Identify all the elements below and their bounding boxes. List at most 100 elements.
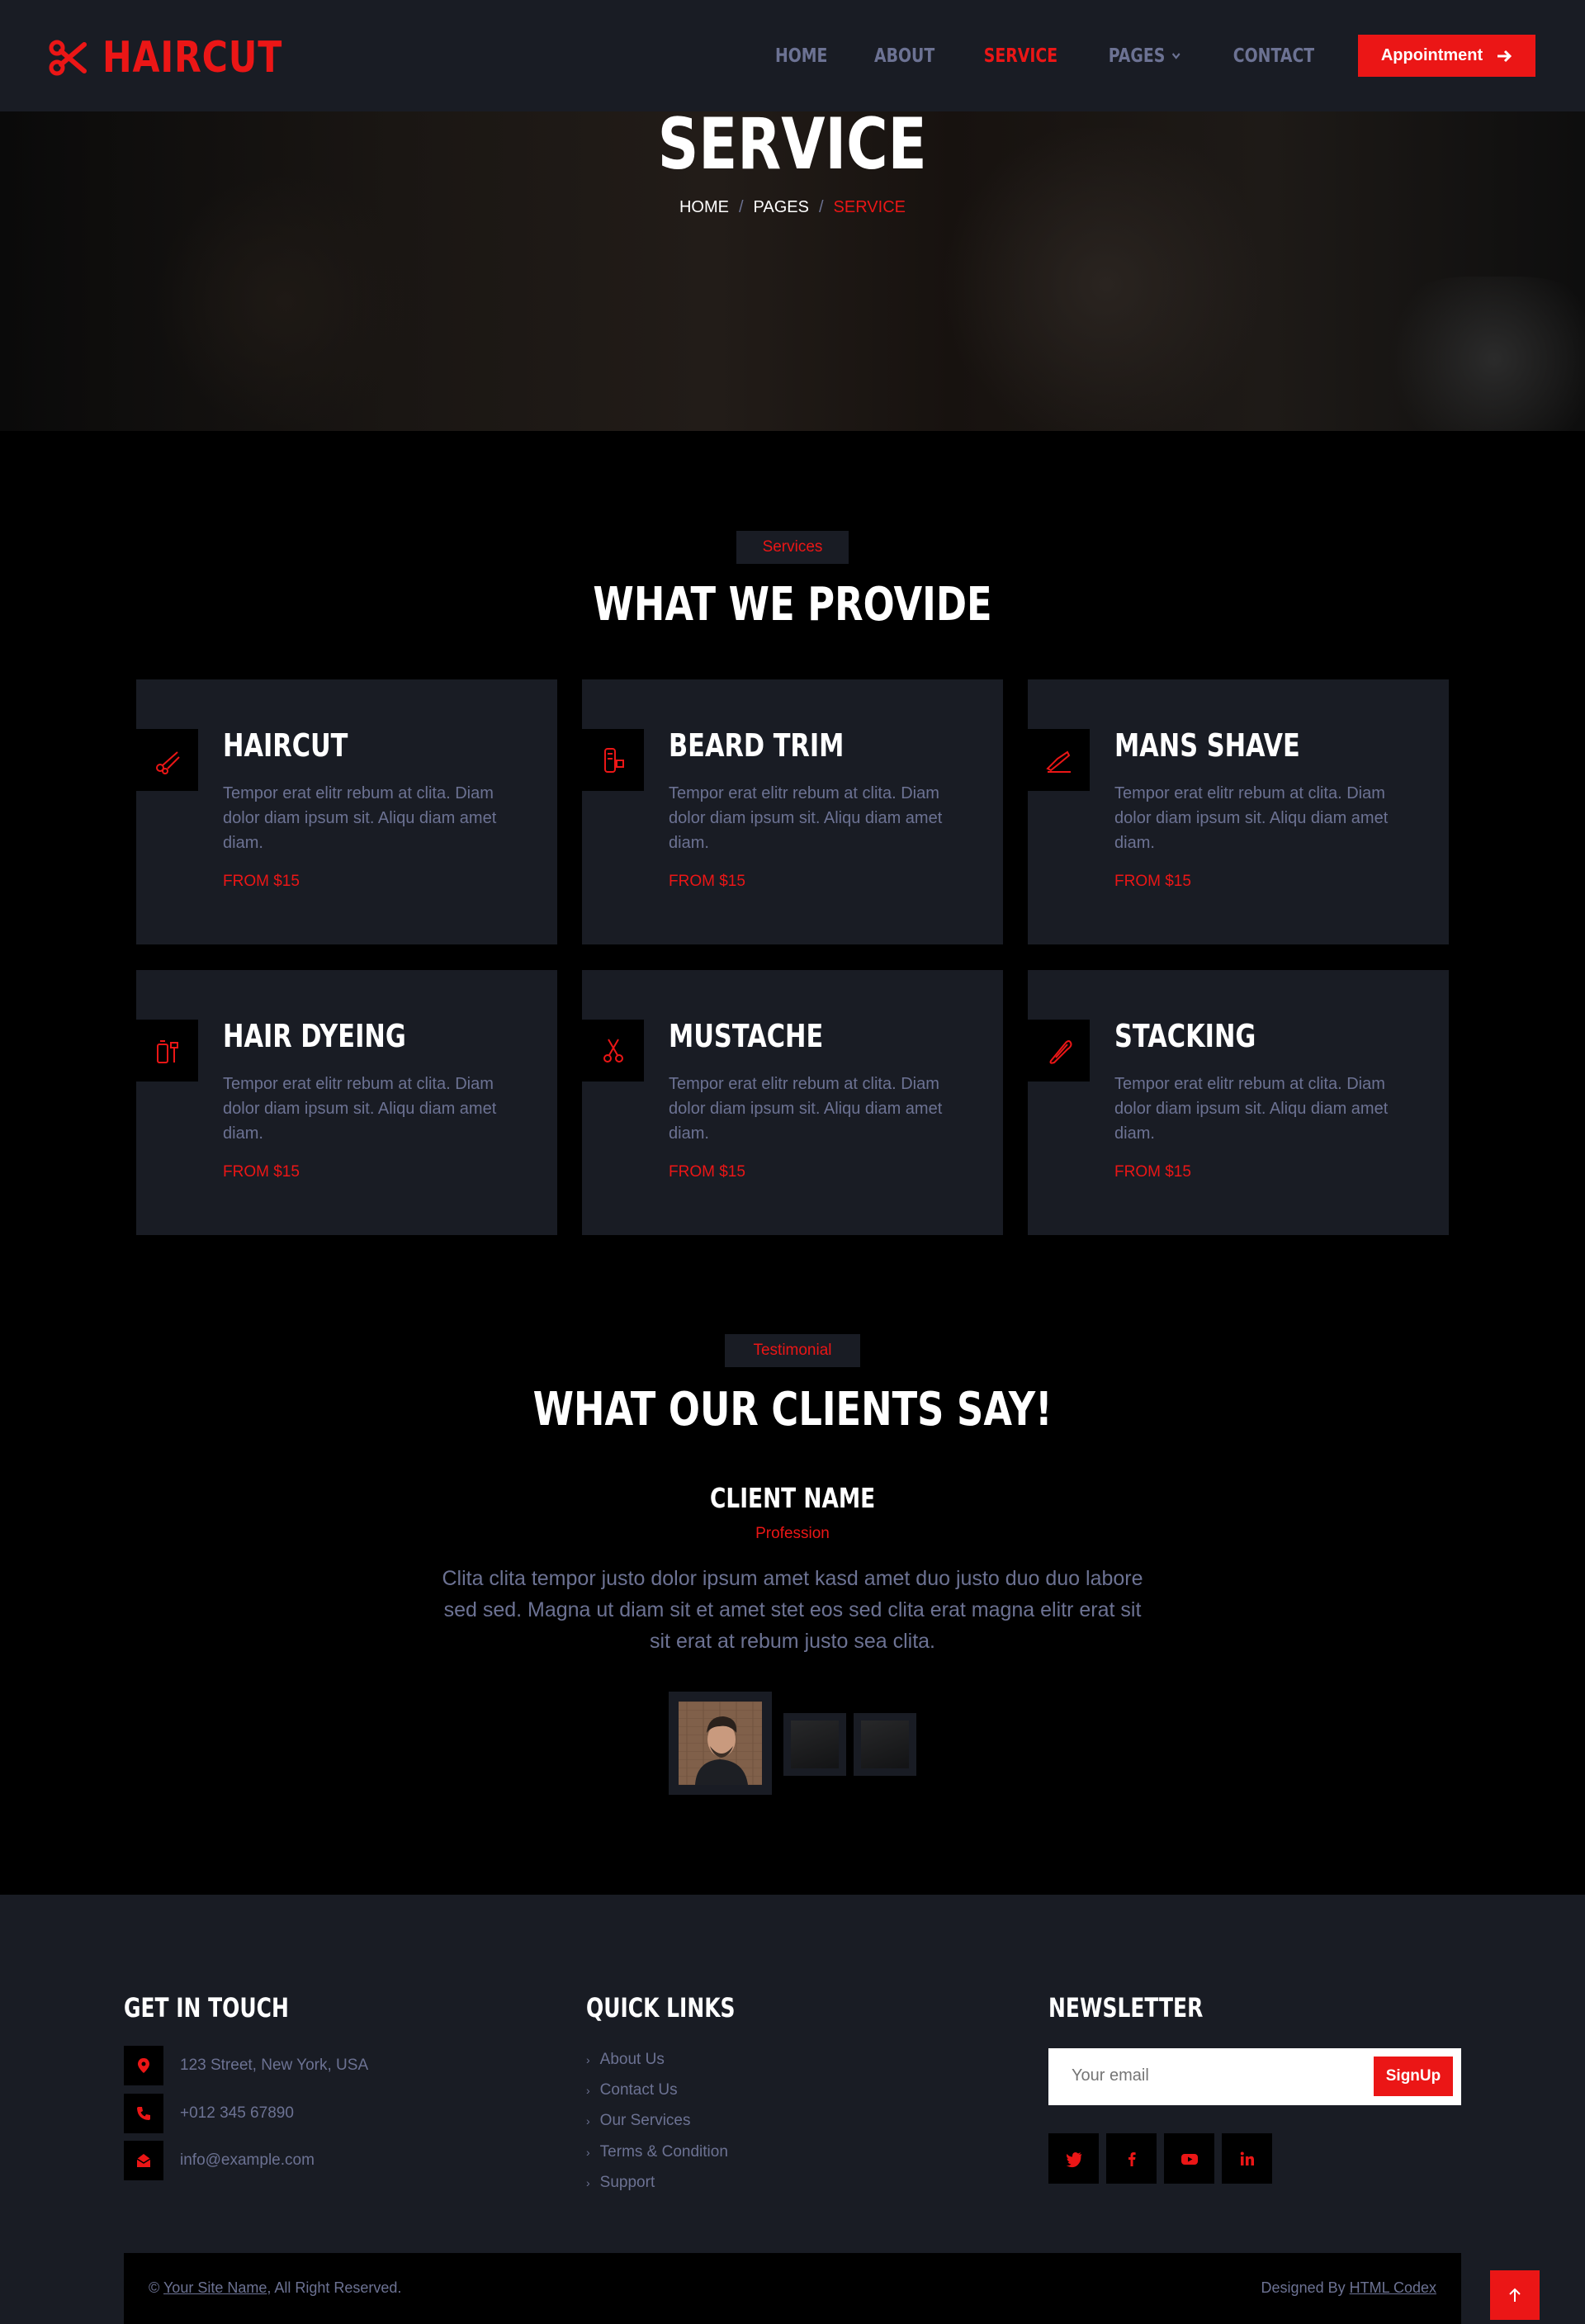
- copyright-symbol: ©: [149, 2279, 160, 2296]
- appointment-label: Appointment: [1380, 46, 1483, 64]
- haircut-icon: [136, 729, 198, 791]
- service-description: Tempor erat elitr rebum at clita. Diam d…: [1114, 1075, 1389, 1143]
- site-name-link[interactable]: Your Site Name: [163, 2279, 267, 2296]
- chevron-right-icon: ›: [586, 2053, 590, 2066]
- chevron-right-icon: ›: [586, 2114, 590, 2128]
- service-price: FROM $15: [1114, 1163, 1191, 1181]
- page-title: SERVICE: [658, 103, 927, 186]
- signup-button[interactable]: SignUp: [1374, 2057, 1453, 2096]
- services-tag: Services: [736, 531, 849, 564]
- chevron-right-icon: ›: [586, 2084, 590, 2097]
- hair-clip-icon: [1028, 1020, 1090, 1082]
- services-title-text: WHAT WE PROVIDE: [593, 578, 992, 632]
- envelope-open-icon: [124, 2141, 163, 2180]
- service-card-haircut[interactable]: HAIRCUT Tempor erat elitr rebum at clita…: [136, 679, 557, 944]
- map-marker-icon: [124, 2046, 163, 2085]
- service-price: FROM $15: [223, 1163, 300, 1181]
- chevron-down-icon: [1171, 52, 1180, 59]
- copyright-bar: © Your Site Name, All Right Reserved. De…: [124, 2253, 1461, 2324]
- breadcrumb-separator: /: [738, 198, 744, 216]
- service-price: FROM $15: [223, 873, 300, 890]
- avatar: [861, 1721, 909, 1768]
- newsletter-email-input[interactable]: [1072, 2066, 1319, 2085]
- service-price: FROM $15: [1114, 873, 1191, 890]
- nav-home[interactable]: HOME: [775, 45, 827, 67]
- scissors-icon: [49, 40, 87, 76]
- service-card-mans-shave[interactable]: MANS SHAVE Tempor erat elitr rebum at cl…: [1028, 679, 1449, 944]
- service-title: BEARD TRIM: [669, 727, 845, 764]
- quick-link-label: Terms & Condition: [599, 2143, 728, 2161]
- quick-link-terms[interactable]: › Terms & Condition: [586, 2143, 728, 2161]
- service-price: FROM $15: [669, 1163, 745, 1181]
- footer-heading-contact: GET IN TOUCH: [124, 1992, 289, 2023]
- nav-service[interactable]: SERVICE: [984, 45, 1057, 67]
- testimonial-thumb-active[interactable]: [669, 1692, 772, 1795]
- service-price: FROM $15: [669, 873, 745, 890]
- footer-heading-newsletter: NEWSLETTER: [1048, 1992, 1204, 2023]
- page-title-wrap: SERVICE: [0, 103, 1585, 186]
- designed-by-label: Designed By: [1261, 2279, 1346, 2296]
- breadcrumb-pages[interactable]: PAGES: [754, 198, 809, 217]
- designer-credit: Designed By HTML Codex: [1261, 2279, 1436, 2297]
- contact-email-text[interactable]: info@example.com: [180, 2151, 315, 2170]
- testimonial-thumb[interactable]: [854, 1713, 916, 1776]
- copyright-text: © Your Site Name, All Right Reserved.: [149, 2279, 401, 2297]
- testimonial-quote: Clita clita tempor justo dolor ipsum ame…: [442, 1567, 1143, 1653]
- designer-link[interactable]: HTML Codex: [1350, 2279, 1436, 2296]
- service-description: Tempor erat elitr rebum at clita. Diam d…: [669, 784, 943, 852]
- social-youtube[interactable]: [1164, 2133, 1214, 2184]
- service-card-beard-trim[interactable]: BEARD TRIM Tempor erat elitr rebum at cl…: [582, 679, 1003, 944]
- newsletter-form: SignUp: [1048, 2048, 1461, 2105]
- footer-heading-links: QUICK LINKS: [586, 1992, 736, 2023]
- appointment-button[interactable]: Appointment: [1358, 35, 1535, 77]
- brand-logo[interactable]: HAIRCUT: [48, 33, 322, 83]
- avatar: [679, 1702, 762, 1785]
- service-card-hair-dyeing[interactable]: HAIR DYEING Tempor erat elitr rebum at c…: [136, 970, 557, 1235]
- social-twitter[interactable]: [1048, 2133, 1099, 2184]
- nav-pages[interactable]: PAGES: [1109, 45, 1181, 67]
- arrow-right-icon: [1497, 50, 1512, 62]
- razor-icon: [1028, 729, 1090, 791]
- quick-link-label: Contact Us: [599, 2081, 678, 2099]
- breadcrumb: HOME / PAGES / SERVICE: [0, 198, 1585, 217]
- navbar: HAIRCUT HOME ABOUT SERVICE PAGES CONTACT…: [0, 0, 1585, 111]
- arrow-up-icon: [1509, 2288, 1521, 2302]
- breadcrumb-separator: /: [818, 198, 824, 216]
- service-description: Tempor erat elitr rebum at clita. Diam d…: [223, 784, 497, 852]
- brand-name: HAIRCUT: [102, 33, 283, 83]
- youtube-icon: [1180, 2153, 1198, 2165]
- quick-link-services[interactable]: › Our Services: [586, 2112, 690, 2130]
- social-facebook[interactable]: [1106, 2133, 1157, 2184]
- hero-bg-shape: [1370, 277, 1585, 431]
- service-title: HAIRCUT: [223, 727, 348, 764]
- hair-dye-icon: [136, 1020, 198, 1082]
- back-to-top-button[interactable]: [1490, 2270, 1540, 2320]
- quick-link-support[interactable]: › Support: [586, 2174, 655, 2192]
- service-title: HAIR DYEING: [223, 1018, 406, 1054]
- contact-address-text: 123 Street, New York, USA: [180, 2057, 369, 2074]
- client-name: CLIENT NAME: [0, 1482, 1585, 1514]
- copyright-suffix: , All Right Reserved.: [267, 2279, 402, 2296]
- quick-link-label: Our Services: [599, 2112, 691, 2129]
- client-name-text: CLIENT NAME: [709, 1482, 876, 1514]
- nav-about[interactable]: ABOUT: [874, 45, 934, 67]
- phone-icon: [124, 2094, 163, 2133]
- quick-link-contact[interactable]: › Contact Us: [586, 2081, 678, 2099]
- quick-link-label: Support: [599, 2174, 655, 2191]
- service-card-stacking[interactable]: STACKING Tempor erat elitr rebum at clit…: [1028, 970, 1449, 1235]
- quick-link-about[interactable]: › About Us: [586, 2051, 665, 2069]
- nav-contact[interactable]: CONTACT: [1233, 45, 1314, 67]
- service-title: MANS SHAVE: [1114, 727, 1300, 764]
- client-profession: Profession: [755, 1525, 830, 1542]
- service-title: STACKING: [1114, 1018, 1256, 1054]
- trimmer-icon: [582, 729, 644, 791]
- service-card-mustache[interactable]: MUSTACHE Tempor erat elitr rebum at clit…: [582, 970, 1003, 1235]
- service-title: MUSTACHE: [669, 1018, 824, 1054]
- breadcrumb-home[interactable]: HOME: [679, 198, 729, 217]
- main-nav: HOME ABOUT SERVICE PAGES CONTACT Appoint…: [769, 0, 1585, 111]
- quick-link-label: About Us: [599, 2051, 665, 2068]
- testimonial-title: WHAT OUR CLIENTS SAY!: [0, 1383, 1585, 1437]
- testimonial-thumb[interactable]: [783, 1713, 846, 1776]
- avatar: [791, 1721, 839, 1768]
- social-linkedin[interactable]: [1222, 2133, 1272, 2184]
